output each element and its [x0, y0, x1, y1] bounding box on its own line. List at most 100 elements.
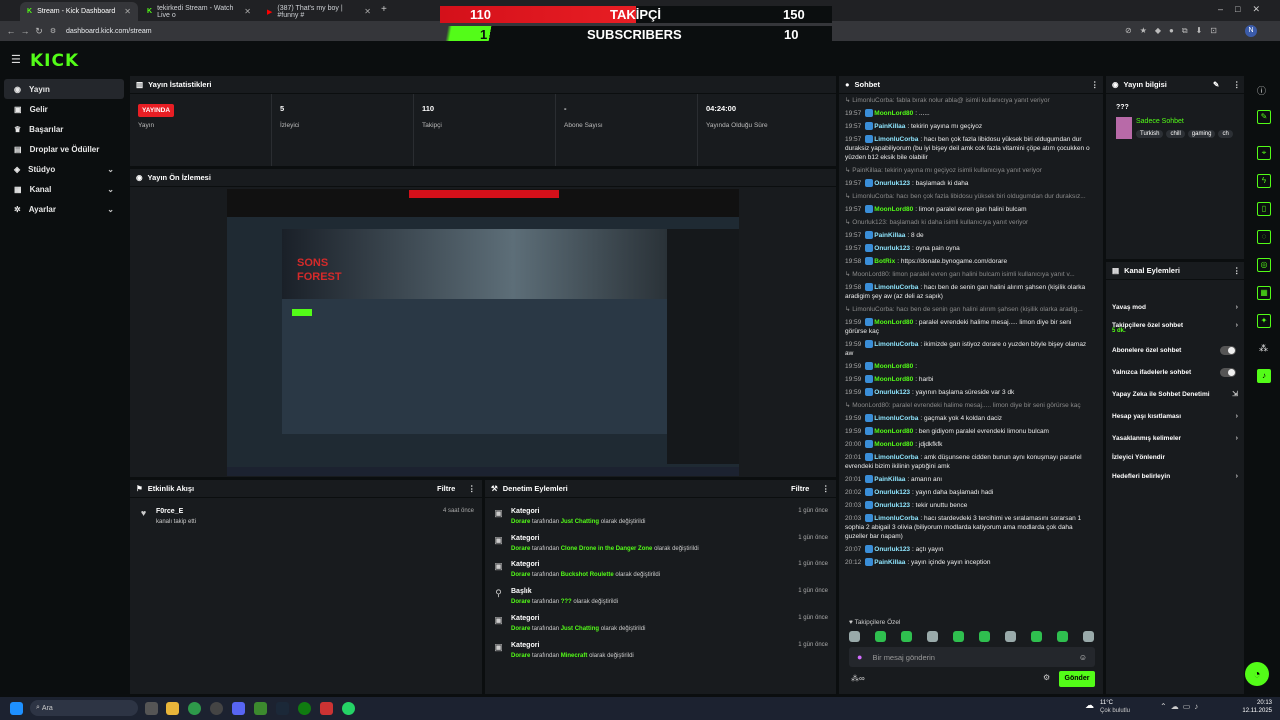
- broadcast-icon[interactable]: ◎: [1257, 258, 1271, 272]
- sidebar-item-kanal[interactable]: ▦ Kanal ⌄: [4, 179, 124, 199]
- xbox-icon[interactable]: [298, 702, 311, 715]
- chat-username[interactable]: PainKillaa: [874, 232, 905, 239]
- category-name[interactable]: Sadece Sohbet: [1136, 118, 1184, 125]
- back-icon[interactable]: ←: [4, 26, 18, 36]
- chat-input[interactable]: ● Bir mesaj gönderin ☺: [849, 647, 1095, 667]
- filter-button[interactable]: Filtre: [437, 484, 455, 493]
- chat-icon[interactable]: ◌: [1257, 230, 1271, 244]
- weather-desc[interactable]: Çok bulutlu: [1100, 708, 1130, 714]
- chat-username[interactable]: LimonluCorba: [874, 515, 918, 522]
- wrench-icon[interactable]: ✦: [1257, 314, 1271, 328]
- chat-username[interactable]: PainKillaa: [874, 559, 905, 566]
- more-options-icon[interactable]: ⋮: [1233, 80, 1241, 89]
- target-icon[interactable]: ⌖: [1257, 146, 1271, 160]
- activity-user[interactable]: F0rce_E: [156, 508, 183, 515]
- chat-username[interactable]: LimonluCorba: [874, 136, 918, 143]
- mic-icon[interactable]: ●: [857, 652, 862, 662]
- filter-button[interactable]: Filtre: [791, 484, 809, 493]
- profile-avatar[interactable]: N: [1245, 25, 1257, 37]
- close-icon[interactable]: ✕: [244, 7, 251, 16]
- chat-tools-icon[interactable]: ⁂∞: [851, 674, 865, 683]
- chat-username[interactable]: PainKillaa: [874, 476, 905, 483]
- kick-logo[interactable]: KICK: [30, 51, 79, 71]
- clock-date[interactable]: 12.11.2025: [1236, 708, 1272, 714]
- chat-username[interactable]: Onurluk123: [874, 489, 910, 496]
- close-icon[interactable]: ✕: [124, 7, 131, 16]
- channel-action-item[interactable]: Yalnızca ifadelerle sohbet: [1112, 362, 1238, 382]
- chat-username[interactable]: MoonLord80: [874, 428, 913, 435]
- chat-username[interactable]: LimonluCorba: [874, 341, 918, 348]
- forward-icon[interactable]: →: [18, 26, 32, 36]
- chrome-icon[interactable]: [188, 702, 201, 715]
- steam-icon[interactable]: [276, 702, 289, 715]
- emote-icon[interactable]: [927, 631, 938, 642]
- stream-preview-video[interactable]: SONS FOREST: [227, 189, 739, 476]
- grid-icon[interactable]: ▦: [1257, 286, 1271, 300]
- chat-username[interactable]: MoonLord80: [874, 441, 913, 448]
- emote-icon[interactable]: [1031, 631, 1042, 642]
- sidebar-item-basarilar[interactable]: ♛ Başarılar: [4, 119, 124, 139]
- chat-message-list[interactable]: ↳ LimonluCorba: fabla bırak nolur abla@ …: [845, 96, 1095, 626]
- emote-icon[interactable]: [1083, 631, 1094, 642]
- clock-time[interactable]: 20:13: [1250, 700, 1272, 706]
- system-tray-icons[interactable]: ⌃☁▭♪: [1160, 702, 1202, 711]
- chat-username[interactable]: Onurluk123: [874, 245, 910, 252]
- channel-action-item[interactable]: Abonelere özel sohbet: [1112, 340, 1238, 360]
- chat-username[interactable]: MoonLord80: [874, 363, 913, 370]
- app-icon[interactable]: [320, 702, 333, 715]
- emote-icon[interactable]: [875, 631, 886, 642]
- tab-kick-dashboard[interactable]: K Stream - Kick Dashboard ✕: [20, 2, 138, 21]
- browser-toolbar-icons[interactable]: ⊘★◆●⧉⬇⊡: [1125, 26, 1225, 36]
- note-icon[interactable]: ▯: [1257, 202, 1271, 216]
- site-info-icon[interactable]: ⚙: [46, 27, 60, 35]
- emote-icon[interactable]: [849, 631, 860, 642]
- reload-icon[interactable]: ↻: [32, 26, 46, 37]
- sidebar-item-gelir[interactable]: ▣ Gelir: [4, 99, 124, 119]
- chat-username[interactable]: LimonluCorba: [874, 415, 918, 422]
- chat-settings-icon[interactable]: ⚙: [1043, 673, 1050, 682]
- channel-action-item[interactable]: Takipçilere özel sohbet 5 dk. ›: [1112, 315, 1238, 335]
- chat-username[interactable]: BotRix: [874, 258, 895, 265]
- chat-username[interactable]: Onurluk123: [874, 389, 910, 396]
- tab-youtube[interactable]: ▶ (387) That's my boy | #funny # ✕: [260, 2, 378, 21]
- window-controls[interactable]: –□✕: [1218, 4, 1272, 15]
- edit-icon[interactable]: ✎: [1213, 80, 1219, 89]
- toggle-switch[interactable]: [1220, 345, 1236, 355]
- channel-action-item[interactable]: Yavaş mod ›: [1112, 297, 1238, 317]
- moderator-name[interactable]: Dorare: [511, 546, 530, 552]
- new-tab-icon[interactable]: +: [381, 4, 387, 15]
- moderator-name[interactable]: Dorare: [511, 519, 530, 525]
- discord-icon[interactable]: [232, 702, 245, 715]
- file-explorer-icon[interactable]: [166, 702, 179, 715]
- channel-action-item[interactable]: Yasaklanmış kelimeler ›: [1112, 428, 1238, 448]
- more-options-icon[interactable]: ⋮: [1233, 266, 1241, 275]
- chat-username[interactable]: PainKillaa: [874, 123, 905, 130]
- chat-username[interactable]: Onurluk123: [874, 502, 910, 509]
- sidebar-item-ayarlar[interactable]: ✲ Ayarlar ⌄: [4, 199, 124, 219]
- sidebar-item-yayin[interactable]: ◉ Yayın: [4, 79, 124, 99]
- channel-action-item[interactable]: Hesap yaşı kısıtlaması ›: [1112, 406, 1238, 426]
- url-field[interactable]: dashboard.kick.com/stream: [66, 28, 152, 35]
- chat-username[interactable]: MoonLord80: [874, 319, 913, 326]
- chat-username[interactable]: MoonLord80: [874, 376, 913, 383]
- emote-icon[interactable]: [953, 631, 964, 642]
- emoji-icon[interactable]: ☺: [1079, 653, 1087, 662]
- chat-username[interactable]: MoonLord80: [874, 206, 913, 213]
- stream-tag[interactable]: Turkish: [1136, 130, 1164, 138]
- windows-start-icon[interactable]: [10, 702, 23, 715]
- emote-icon[interactable]: [1057, 631, 1068, 642]
- emote-icon[interactable]: [979, 631, 990, 642]
- channel-action-item[interactable]: İzleyici Yönlendir: [1112, 447, 1238, 467]
- bolt-icon[interactable]: ϟ: [1257, 174, 1271, 188]
- emote-bar[interactable]: [849, 631, 1094, 643]
- stream-tag[interactable]: chill: [1166, 130, 1185, 138]
- sidebar-item-studyo[interactable]: ◈ Stüdyo ⌄: [4, 159, 124, 179]
- channel-action-item[interactable]: Hedefleri belirleyin ›: [1112, 466, 1238, 486]
- ai-icon[interactable]: ♪: [1257, 369, 1271, 383]
- channel-action-item[interactable]: Yapay Zeka ile Sohbet Denetimi ⇲: [1112, 384, 1238, 404]
- chat-username[interactable]: MoonLord80: [874, 110, 913, 117]
- more-options-icon[interactable]: ⋮: [1091, 80, 1099, 89]
- stream-tag[interactable]: gaming: [1187, 130, 1216, 138]
- sidebar-item-droplar[interactable]: ▤ Droplar ve Ödüller: [4, 139, 124, 159]
- info-icon[interactable]: ⓘ: [1257, 84, 1266, 97]
